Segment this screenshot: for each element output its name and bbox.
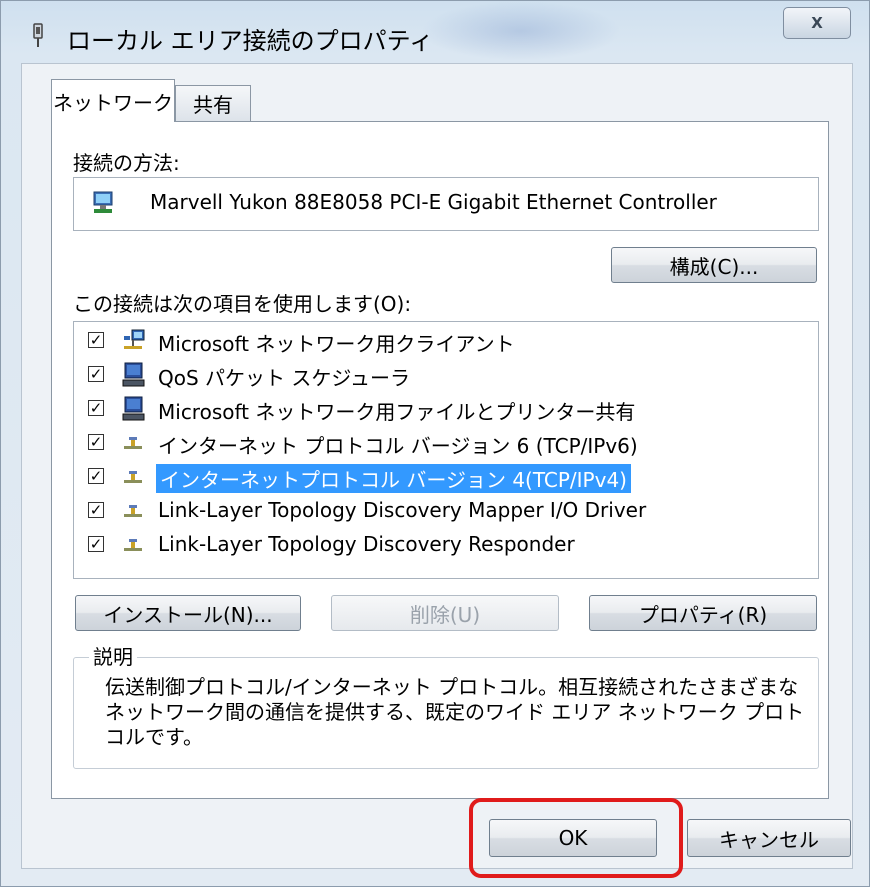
list-item-label: Microsoft ネットワーク用ファイルとプリンター共有 xyxy=(158,400,636,424)
components-list[interactable]: ✓ Microsoft ネットワーク用クライアント ✓ QoS パケット スケジ… xyxy=(73,321,819,579)
checkbox[interactable]: ✓ xyxy=(88,400,104,416)
uninstall-button[interactable]: 削除(U) xyxy=(331,595,559,631)
list-item-label: インターネット プロトコル バージョン 6 (TCP/IPv6) xyxy=(158,434,638,458)
list-item-label: Link-Layer Topology Discovery Responder xyxy=(158,532,575,556)
adapter-name: Marvell Yukon 88E8058 PCI-E Gigabit Ethe… xyxy=(150,190,717,214)
protocol-icon xyxy=(124,471,142,483)
list-item-label: Link-Layer Topology Discovery Mapper I/O… xyxy=(158,498,647,522)
list-item[interactable]: ✓ Microsoft ネットワーク用クライアント xyxy=(74,324,818,358)
list-item[interactable]: ✓ Link-Layer Topology Discovery Responde… xyxy=(74,528,818,562)
list-item[interactable]: ✓ Microsoft ネットワーク用ファイルとプリンター共有 xyxy=(74,392,818,426)
network-adapter-icon xyxy=(33,23,43,47)
network-client-icon xyxy=(124,329,145,349)
tab-sharing[interactable]: 共有 xyxy=(175,85,251,121)
properties-dialog: ローカル エリア接続のプロパティ X ネットワーク 共有 接続の方法: Marv… xyxy=(0,0,870,887)
checkbox[interactable]: ✓ xyxy=(88,332,104,348)
checkbox[interactable]: ✓ xyxy=(88,434,104,450)
adapter-field: Marvell Yukon 88E8058 PCI-E Gigabit Ethe… xyxy=(73,177,819,231)
connect-using-label: 接続の方法: xyxy=(73,151,180,175)
protocol-icon xyxy=(124,505,142,517)
checkbox[interactable]: ✓ xyxy=(88,502,104,518)
list-item-label: インターネットプロトコル バージョン 4(TCP/IPv4) xyxy=(156,464,631,493)
checkbox[interactable]: ✓ xyxy=(88,366,104,382)
description-label: 説明 xyxy=(89,641,137,670)
tab-network[interactable]: ネットワーク xyxy=(51,79,175,122)
window-title: ローカル エリア接続のプロパティ xyxy=(67,27,434,55)
network-adapter-icon xyxy=(93,191,113,213)
list-item[interactable]: ✓ Link-Layer Topology Discovery Mapper I… xyxy=(74,494,818,528)
description-text: 伝送制御プロトコル/インターネット プロトコル。相互接続されたさまざまなネットワ… xyxy=(105,675,805,749)
checkbox[interactable]: ✓ xyxy=(88,468,104,484)
ok-highlight-annotation xyxy=(469,798,683,878)
list-item-label: QoS パケット スケジューラ xyxy=(158,366,410,390)
list-item[interactable]: ✓ インターネット プロトコル バージョン 6 (TCP/IPv6) xyxy=(74,426,818,460)
list-item[interactable]: ✓ インターネットプロトコル バージョン 4(TCP/IPv4) xyxy=(74,460,818,494)
list-item-label: Microsoft ネットワーク用クライアント xyxy=(158,332,515,356)
close-icon: X xyxy=(811,14,823,32)
computer-service-icon xyxy=(122,362,145,387)
properties-button[interactable]: プロパティ(R) xyxy=(589,595,817,631)
protocol-icon xyxy=(124,539,142,551)
protocol-icon xyxy=(124,437,142,449)
checkbox[interactable]: ✓ xyxy=(88,536,104,552)
close-button[interactable]: X xyxy=(783,7,851,39)
configure-button[interactable]: 構成(C)... xyxy=(611,247,817,283)
computer-service-icon xyxy=(122,396,145,421)
items-label: この接続は次の項目を使用します(O): xyxy=(73,292,412,316)
install-button[interactable]: インストール(N)... xyxy=(75,595,301,631)
cancel-button[interactable]: キャンセル xyxy=(687,819,851,857)
list-item[interactable]: ✓ QoS パケット スケジューラ xyxy=(74,358,818,392)
title-bar[interactable]: ローカル エリア接続のプロパティ X xyxy=(1,1,869,63)
